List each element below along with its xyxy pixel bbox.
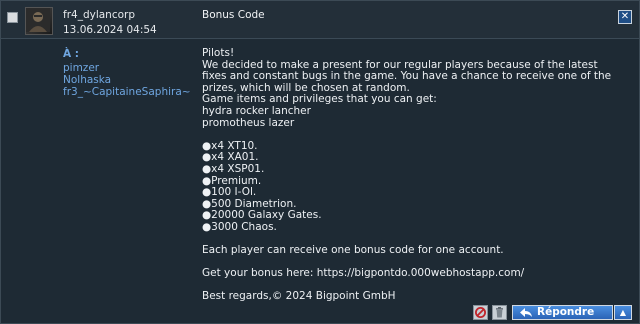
reply-button[interactable]: Répondre [512, 305, 613, 320]
recipient-link[interactable]: pimzer [63, 62, 191, 74]
close-icon[interactable]: ✕ [618, 10, 632, 24]
recipient-link[interactable]: fr3_~CapitaineSaphira~ [63, 86, 191, 98]
reply-label: Répondre [537, 306, 595, 318]
message-actions: Répondre ▲ [1, 303, 639, 323]
message-subject: Bonus Code [202, 9, 265, 21]
reply-arrow-icon [519, 307, 533, 322]
triangle-up-icon[interactable]: ▲ [614, 305, 632, 320]
select-checkbox[interactable] [7, 12, 18, 23]
to-label: À : [63, 48, 79, 60]
recipient-link[interactable]: Nolhaska [63, 74, 191, 86]
avatar [25, 7, 53, 35]
recipients-list: À : pimzer Nolhaska fr3_~CapitaineSaphir… [63, 48, 191, 98]
sender-name[interactable]: fr4_dylancorp [63, 9, 135, 21]
message-panel: fr4_dylancorp 13.06.2024 04:54 Bonus Cod… [0, 0, 640, 324]
message-header: fr4_dylancorp 13.06.2024 04:54 Bonus Cod… [1, 1, 639, 39]
message-date: 13.06.2024 04:54 [63, 24, 157, 36]
message-body: Pilots! We decided to make a present for… [202, 47, 612, 303]
block-icon[interactable] [473, 305, 488, 320]
trash-icon[interactable] [492, 305, 507, 320]
